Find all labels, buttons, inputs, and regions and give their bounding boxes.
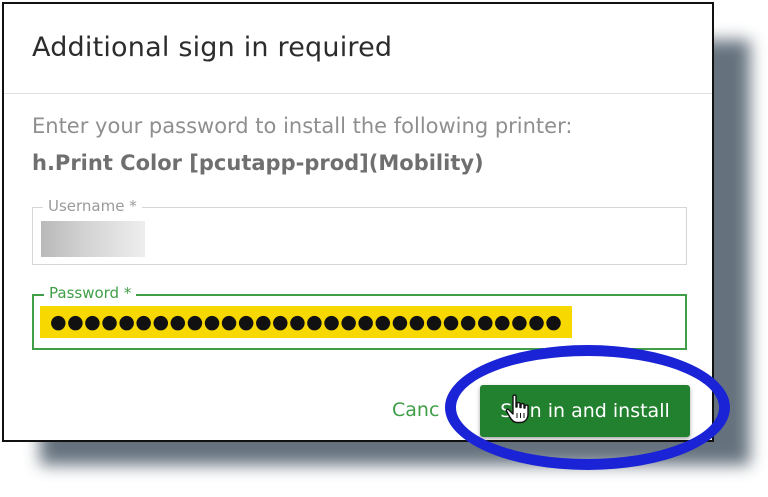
sign-in-and-install-button[interactable]: Sign in and install	[480, 385, 690, 437]
password-label: Password *	[44, 284, 137, 302]
password-field[interactable]: Password * ●●●●●●●●●●●●●●●●●●●●●●●●●●●●●…	[32, 284, 687, 350]
cancel-button[interactable]: Canc	[392, 399, 439, 421]
username-label: Username *	[43, 197, 142, 215]
username-redacted-value	[41, 221, 145, 257]
instruction-text: Enter your password to install the follo…	[32, 114, 573, 138]
dialog-title: Additional sign in required	[32, 32, 393, 63]
title-divider	[4, 93, 712, 94]
sign-in-dialog: Additional sign in required Enter your p…	[2, 2, 714, 442]
screenshot-stage: Additional sign in required Enter your p…	[0, 0, 768, 497]
printer-name: h.Print Color [pcutapp-prod](Mobility)	[32, 151, 484, 175]
password-masked-value: ●●●●●●●●●●●●●●●●●●●●●●●●●●●●●●	[40, 306, 573, 338]
username-field[interactable]: Username *	[32, 197, 687, 265]
